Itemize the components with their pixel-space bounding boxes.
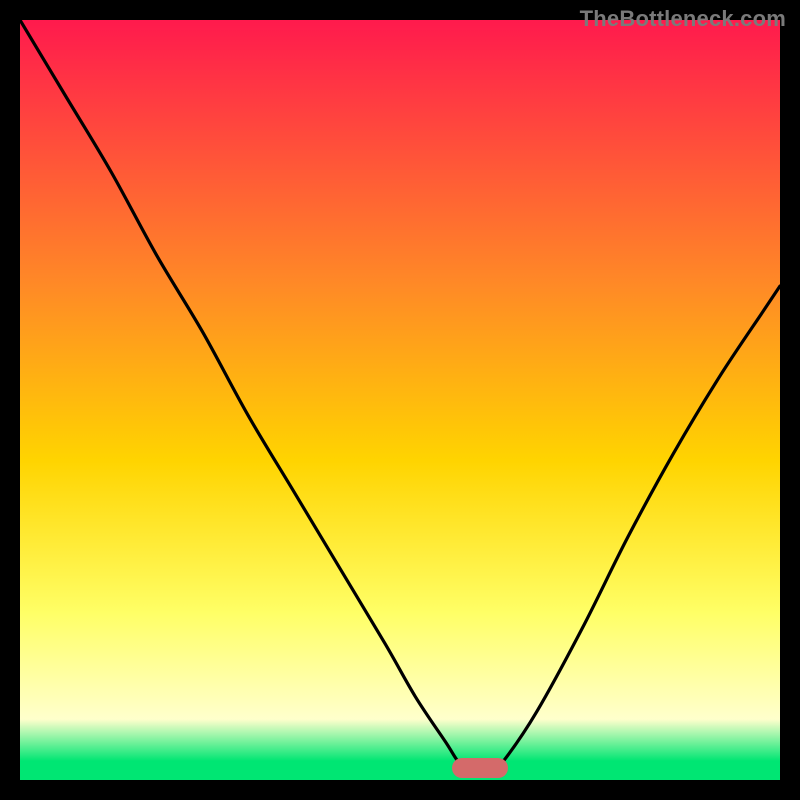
heat-gradient-background [20, 20, 780, 780]
chart-frame: TheBottleneck.com [0, 0, 800, 800]
plot-area [20, 20, 780, 780]
optimal-marker [452, 758, 508, 778]
watermark-label: TheBottleneck.com [580, 6, 786, 32]
gradient-rect [20, 20, 780, 780]
